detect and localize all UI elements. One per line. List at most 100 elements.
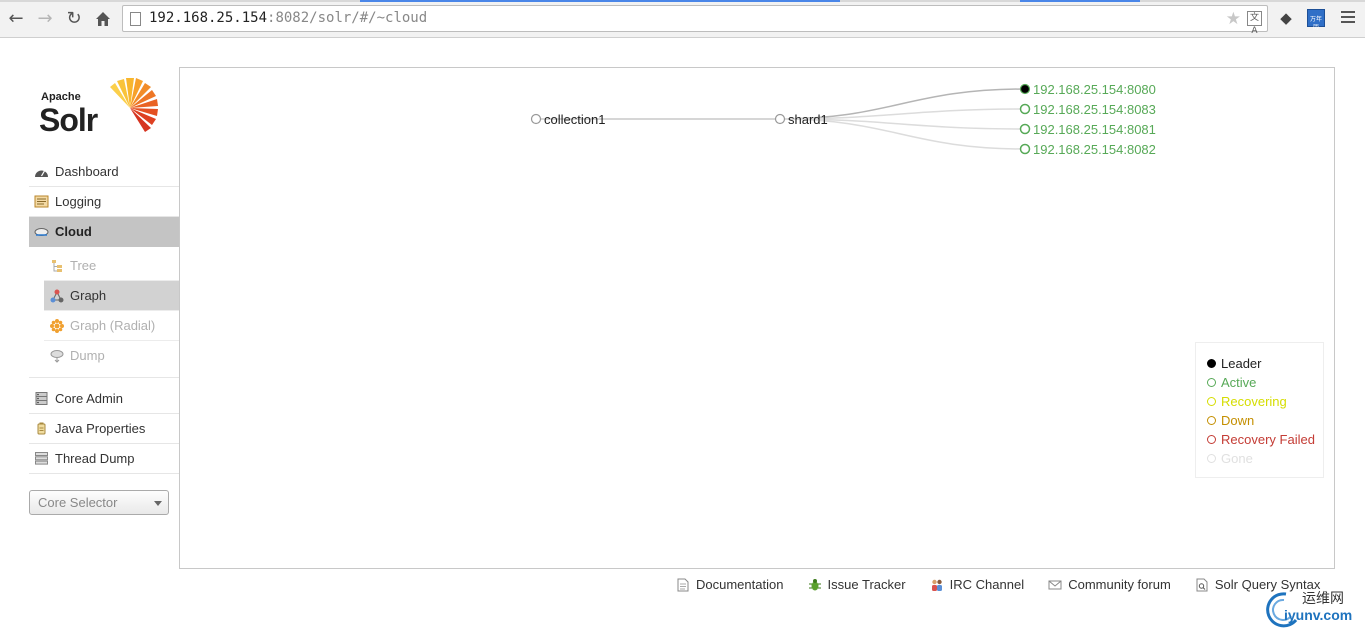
url-path: :8082/solr/#/~cloud	[267, 10, 428, 26]
legend-item-leader: Leader	[1207, 354, 1323, 373]
subnav-item-label: Tree	[70, 258, 97, 273]
tab-indicator	[360, 0, 840, 2]
sidebar-nav: Dashboard Logging Cloud Tree Graph Graph…	[29, 157, 179, 474]
core-selector-dropdown[interactable]: Core Selector	[29, 490, 169, 515]
subnav-item-dump[interactable]: Dump	[44, 341, 179, 371]
shard-label[interactable]: shard1	[788, 112, 828, 127]
leader-dot-icon	[1207, 359, 1216, 368]
core-admin-icon	[35, 392, 48, 405]
gone-dot-icon	[1207, 454, 1216, 463]
footer-link-label: Documentation	[696, 577, 784, 592]
core-selector-label: Core Selector	[38, 495, 118, 510]
legend-item-active: Active	[1207, 373, 1323, 392]
recovery-failed-dot-icon	[1207, 435, 1216, 444]
legend-item-recovering: Recovering	[1207, 392, 1323, 411]
legend-label: Leader	[1221, 356, 1262, 371]
back-icon[interactable]: ←	[5, 8, 27, 30]
sidebar-item-java-properties[interactable]: Java Properties	[29, 414, 179, 444]
java-properties-icon	[37, 422, 46, 435]
mail-icon	[1048, 580, 1062, 590]
active-dot-icon	[1207, 378, 1216, 387]
solr-logo[interactable]: Apache Solr	[38, 74, 162, 138]
legend-item-gone: Gone	[1207, 449, 1323, 468]
sidebar-item-label: Dashboard	[55, 164, 119, 179]
page-icon	[130, 12, 141, 26]
replica-node-leader[interactable]	[1019, 83, 1031, 95]
sidebar-item-dashboard[interactable]: Dashboard	[29, 157, 179, 187]
cloud-subnav: Tree Graph Graph (Radial) Dump	[29, 247, 179, 378]
footer-link-label: Issue Tracker	[827, 577, 906, 592]
subnav-item-graph[interactable]: Graph	[44, 281, 179, 311]
calendar-extension-icon[interactable]: 万年历	[1307, 9, 1325, 31]
tree-icon	[52, 260, 62, 272]
subnav-item-label: Graph (Radial)	[70, 318, 156, 333]
footer-link-documentation[interactable]: Documentation	[676, 576, 783, 594]
reload-icon[interactable]: ↻	[63, 8, 85, 30]
thread-dump-icon	[35, 452, 48, 465]
footer-link-issue-tracker[interactable]: Issue Tracker	[808, 576, 906, 594]
legend-item-down: Down	[1207, 411, 1323, 430]
sidebar-item-label: Logging	[55, 194, 102, 209]
document-icon	[677, 578, 689, 592]
graph-radial-icon	[50, 319, 64, 333]
browser-menu-icon[interactable]	[1341, 11, 1355, 25]
legend-item-recovery-failed: Recovery Failed	[1207, 430, 1323, 449]
site-watermark: 运维网 iyunv.com	[1262, 586, 1365, 632]
shard-node[interactable]	[774, 113, 786, 125]
users-chat-icon	[931, 579, 942, 591]
legend-label: Recovering	[1221, 394, 1287, 409]
translate-icon[interactable]: 文A	[1247, 11, 1262, 36]
subnav-item-graph-radial[interactable]: Graph (Radial)	[44, 311, 179, 341]
tab-strip-edge	[0, 0, 1365, 2]
cloud-graph-panel: collection1 shard1 192.168.25.154:8080 1…	[179, 67, 1335, 569]
footer-links: Documentation Issue Tracker IRC Channel …	[676, 574, 1339, 594]
replica-node-active[interactable]	[1019, 123, 1031, 135]
replica-node-active[interactable]	[1019, 103, 1031, 115]
footer-link-label: IRC Channel	[949, 577, 1025, 592]
replica-label[interactable]: 192.168.25.154:8082	[1033, 142, 1156, 157]
sidebar-item-thread-dump[interactable]: Thread Dump	[29, 444, 179, 474]
evernote-extension-icon[interactable]: ◆	[1277, 9, 1295, 27]
sidebar-item-label: Java Properties	[55, 421, 146, 436]
browser-toolbar: ← → ↻ 192.168.25.154:8082/solr/#/~cloud …	[0, 0, 1365, 38]
address-bar[interactable]: 192.168.25.154:8082/solr/#/~cloud ★ 文A	[122, 5, 1268, 36]
url-host: 192.168.25.154	[149, 10, 268, 26]
logo-solr-text: Solr	[39, 102, 98, 138]
watermark-cn-text: 运维网	[1302, 591, 1344, 607]
logging-icon	[34, 195, 49, 208]
graph-icon	[50, 289, 64, 303]
collection-label[interactable]: collection1	[544, 112, 605, 127]
dashboard-icon	[35, 169, 48, 177]
sidebar-item-label: Cloud	[55, 224, 92, 239]
legend-label: Down	[1221, 413, 1255, 428]
dump-icon	[50, 350, 64, 363]
watermark-en-text: iyunv.com	[1284, 607, 1353, 623]
replica-node-active[interactable]	[1019, 143, 1031, 155]
legend-label: Gone	[1221, 451, 1253, 466]
footer-link-community-forum[interactable]: Community forum	[1048, 576, 1171, 594]
legend-label: Active	[1221, 375, 1257, 390]
replica-label[interactable]: 192.168.25.154:8081	[1033, 122, 1156, 137]
sidebar-item-logging[interactable]: Logging	[29, 187, 179, 217]
cloud-icon	[34, 228, 49, 236]
footer-link-irc-channel[interactable]: IRC Channel	[930, 576, 1024, 594]
recovering-dot-icon	[1207, 397, 1216, 406]
replica-label[interactable]: 192.168.25.154:8080	[1033, 82, 1156, 97]
sidebar-item-label: Core Admin	[55, 391, 123, 406]
collection-node[interactable]	[530, 113, 542, 125]
tab-indicator-2	[1020, 0, 1140, 2]
chevron-down-icon	[154, 501, 162, 506]
bookmark-star-icon[interactable]: ★	[1226, 9, 1241, 29]
bug-icon	[808, 579, 821, 591]
down-dot-icon	[1207, 416, 1216, 425]
replica-label[interactable]: 192.168.25.154:8083	[1033, 102, 1156, 117]
sidebar-item-core-admin[interactable]: Core Admin	[29, 384, 179, 414]
forward-icon[interactable]: →	[34, 8, 56, 30]
subnav-item-tree[interactable]: Tree	[44, 251, 179, 281]
graph-legend: Leader Active Recovering Down Recovery F…	[1195, 342, 1324, 478]
home-icon[interactable]	[92, 8, 114, 30]
sidebar-item-cloud[interactable]: Cloud	[29, 217, 179, 247]
subnav-item-label: Graph	[70, 288, 107, 303]
legend-label: Recovery Failed	[1221, 432, 1315, 447]
footer-link-label: Community forum	[1068, 577, 1171, 592]
